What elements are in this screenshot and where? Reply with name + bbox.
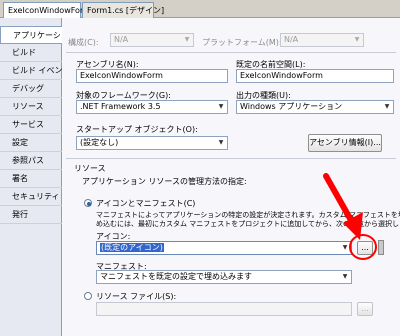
- arrow-shaft: [323, 173, 355, 225]
- red-circle-annotation: [349, 234, 377, 260]
- red-arrow-annotation: [323, 173, 363, 240]
- annotation-overlay: [323, 173, 377, 260]
